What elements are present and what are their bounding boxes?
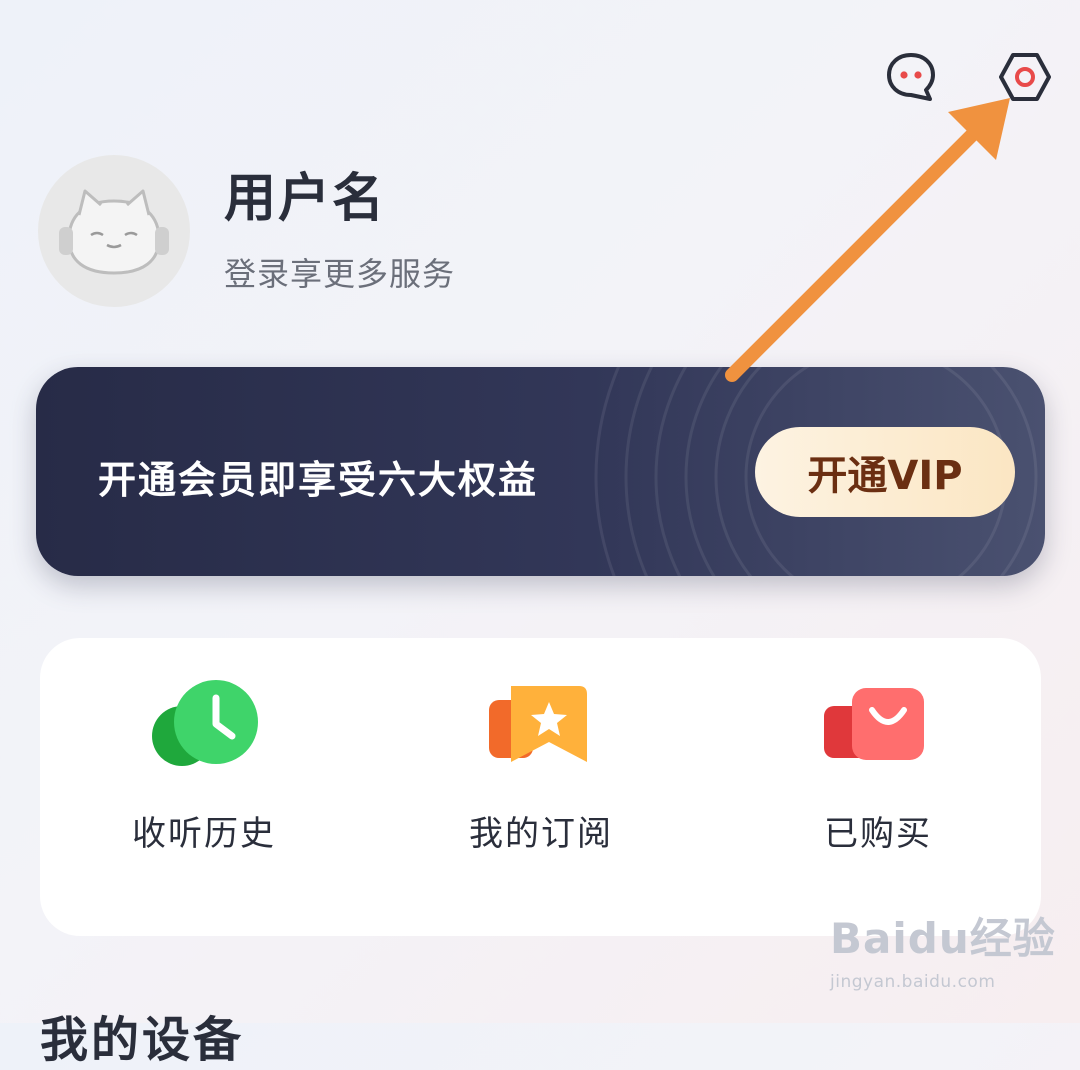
- shortcut-listening-history[interactable]: 收听历史: [74, 678, 334, 855]
- shortcut-label: 收听历史: [132, 814, 276, 854]
- watermark-url: jingyan.baidu.com: [830, 972, 996, 992]
- shortcut-label: 我的订阅: [469, 814, 613, 854]
- star-bookmark-icon: [489, 686, 587, 762]
- username[interactable]: 用户名: [224, 156, 455, 231]
- clock-green-icon: [152, 680, 258, 766]
- shortcut-purchased[interactable]: 已购买: [748, 678, 1008, 855]
- my-devices-heading: 我的设备: [40, 1012, 245, 1068]
- avatar[interactable]: [38, 155, 190, 307]
- message-button[interactable]: [884, 50, 938, 104]
- shortcut-card: 收听历史 我的订阅 已购买: [40, 638, 1041, 936]
- watermark-brand: Baidu经验: [830, 914, 1056, 963]
- vip-promo-text: 开通会员即享受六大权益: [98, 458, 539, 502]
- open-vip-button[interactable]: 开通VIP: [755, 427, 1015, 517]
- chat-bubble-icon: [887, 53, 935, 101]
- vip-banner[interactable]: 开通会员即享受六大权益 开通VIP: [36, 367, 1045, 576]
- login-hint[interactable]: 登录享更多服务: [224, 249, 455, 295]
- top-toolbar: [884, 50, 1052, 104]
- baidu-watermark: Baidu经验 jingyan.baidu.com: [830, 905, 1056, 992]
- shortcut-label: 已购买: [824, 814, 932, 854]
- shopping-bag-icon: [824, 688, 924, 760]
- profile-section[interactable]: 用户名 登录享更多服务: [38, 155, 455, 307]
- settings-hexagon-icon: [999, 53, 1051, 101]
- cat-headphones-avatar-icon: [59, 189, 169, 275]
- shortcut-my-subscriptions[interactable]: 我的订阅: [411, 678, 671, 855]
- settings-button[interactable]: [998, 50, 1052, 104]
